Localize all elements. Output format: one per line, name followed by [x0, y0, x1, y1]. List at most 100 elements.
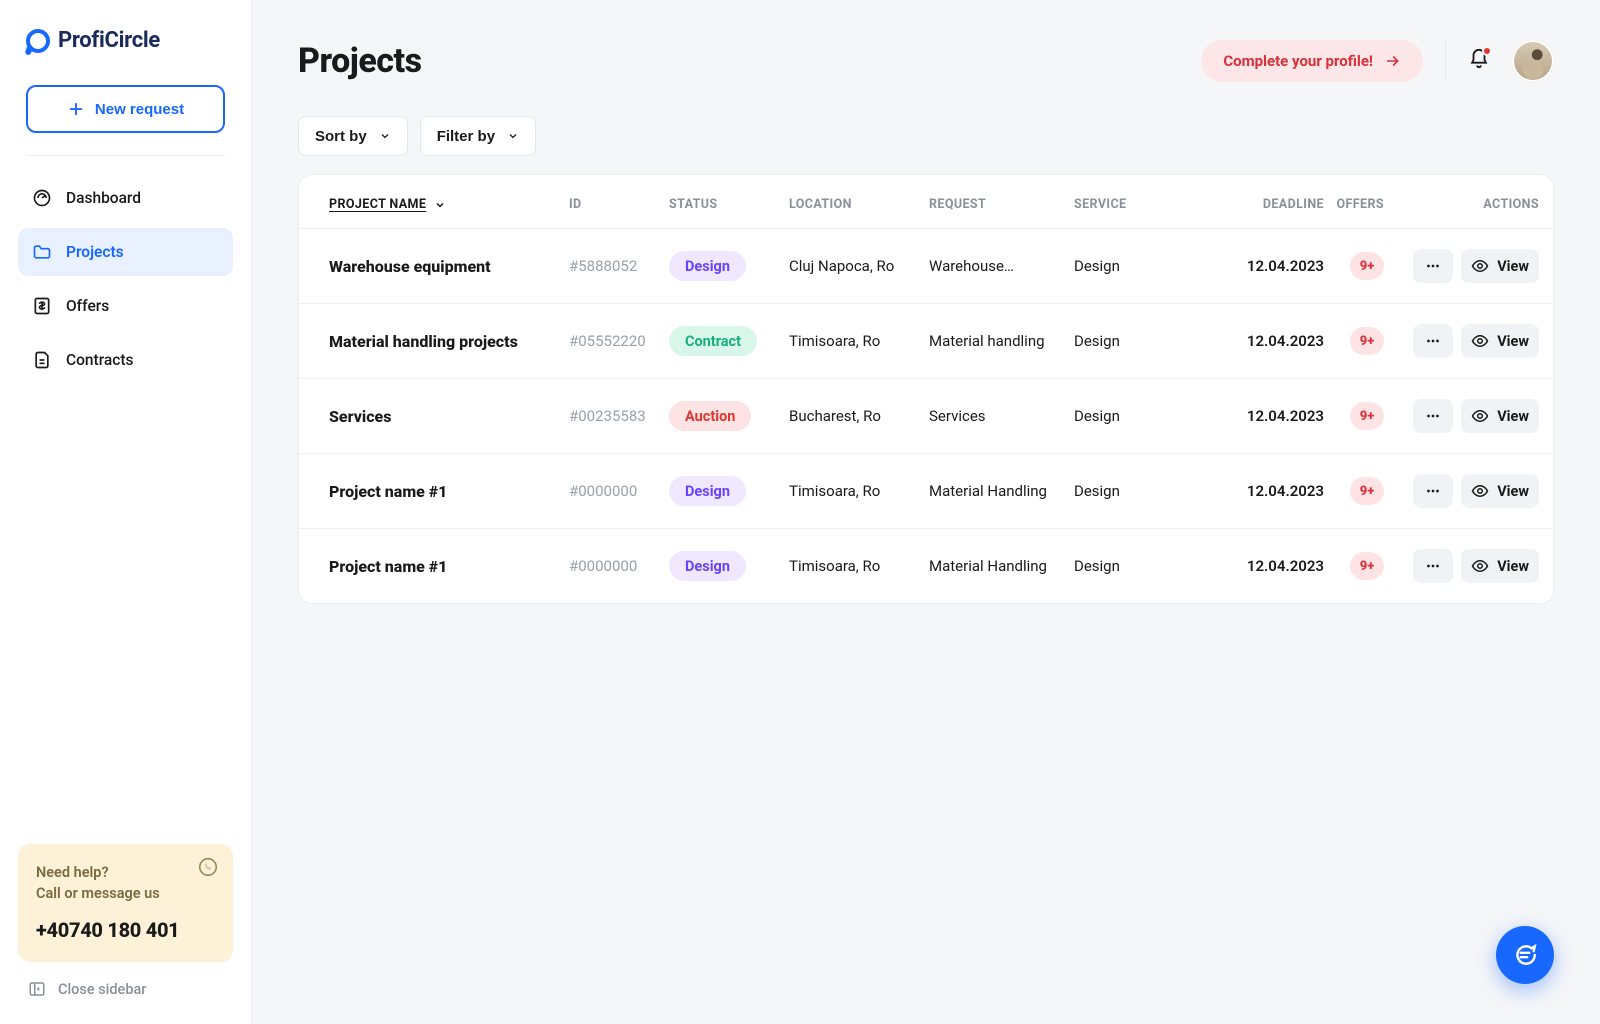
- cell-offers: 9+: [1324, 552, 1384, 580]
- eye-icon: [1471, 557, 1489, 575]
- dots-icon: [1424, 557, 1442, 575]
- cell-offers: 9+: [1324, 252, 1384, 280]
- whatsapp-icon: [197, 856, 219, 882]
- notifications-button[interactable]: [1468, 48, 1490, 74]
- offers-badge: 9+: [1350, 402, 1384, 430]
- cell-offers: 9+: [1324, 402, 1384, 430]
- table-row[interactable]: Material handling projects#05552220Contr…: [299, 303, 1553, 378]
- cell-request: Warehouse…: [929, 257, 1074, 275]
- help-phone[interactable]: +40740 180 401: [36, 918, 215, 942]
- cell-name: Project name #1: [329, 557, 569, 576]
- cell-location: Timisoara, Ro: [789, 332, 929, 350]
- row-menu-button[interactable]: [1413, 474, 1453, 508]
- cell-service: Design: [1074, 332, 1214, 350]
- cell-offers: 9+: [1324, 327, 1384, 355]
- col-request: REQUEST: [929, 197, 1074, 212]
- status-badge: Design: [669, 551, 746, 581]
- cell-actions: View: [1384, 249, 1539, 283]
- view-label: View: [1497, 558, 1529, 575]
- col-location: LOCATION: [789, 197, 929, 212]
- dots-icon: [1424, 407, 1442, 425]
- arrow-right-icon: [1385, 53, 1401, 69]
- cell-name: Warehouse equipment: [329, 257, 569, 276]
- table-row[interactable]: Project name #1#0000000DesignTimisoara, …: [299, 528, 1553, 603]
- dots-icon: [1424, 482, 1442, 500]
- cell-service: Design: [1074, 557, 1214, 575]
- cell-location: Timisoara, Ro: [789, 482, 929, 500]
- eye-icon: [1471, 482, 1489, 500]
- cell-deadline: 12.04.2023: [1214, 257, 1324, 275]
- view-button[interactable]: View: [1461, 399, 1539, 433]
- complete-profile-label: Complete your profile!: [1223, 52, 1373, 70]
- table-row[interactable]: Warehouse equipment#5888052DesignCluj Na…: [299, 228, 1553, 303]
- main: Projects Complete your profile! Sort by: [252, 0, 1600, 1024]
- help-title: Need help? Call or message us: [36, 862, 215, 904]
- cell-actions: View: [1384, 399, 1539, 433]
- view-label: View: [1497, 483, 1529, 500]
- chevron-down-icon: [507, 130, 519, 142]
- status-badge: Design: [669, 476, 746, 506]
- cell-name: Material handling projects: [329, 332, 569, 351]
- status-badge: Auction: [669, 401, 751, 431]
- divider: [26, 155, 225, 156]
- row-menu-button[interactable]: [1413, 249, 1453, 283]
- sort-by-button[interactable]: Sort by: [298, 116, 408, 156]
- filter-by-label: Filter by: [437, 128, 495, 145]
- close-sidebar-button[interactable]: Close sidebar: [14, 962, 237, 1004]
- cell-location: Cluj Napoca, Ro: [789, 257, 929, 275]
- view-button[interactable]: View: [1461, 324, 1539, 358]
- cell-location: Bucharest, Ro: [789, 407, 929, 425]
- cell-deadline: 12.04.2023: [1214, 407, 1324, 425]
- view-button[interactable]: View: [1461, 249, 1539, 283]
- cell-id: #05552220: [569, 332, 669, 350]
- sidebar-nav: Dashboard Projects Offers Contracts: [14, 174, 237, 384]
- cell-service: Design: [1074, 257, 1214, 275]
- chat-fab-button[interactable]: [1496, 926, 1554, 984]
- cell-id: #0000000: [569, 557, 669, 575]
- divider: [1445, 42, 1446, 80]
- view-label: View: [1497, 408, 1529, 425]
- sort-by-label: Sort by: [315, 128, 367, 145]
- cell-request: Material Handling: [929, 482, 1074, 500]
- dots-icon: [1424, 332, 1442, 350]
- offers-badge: 9+: [1350, 327, 1384, 355]
- cell-status: Auction: [669, 401, 789, 431]
- sidebar-item-dashboard[interactable]: Dashboard: [18, 174, 233, 222]
- avatar[interactable]: [1512, 40, 1554, 82]
- plus-icon: [67, 100, 85, 118]
- cell-name: Services: [329, 407, 569, 426]
- topbar: Projects Complete your profile!: [298, 40, 1554, 82]
- cell-actions: View: [1384, 549, 1539, 583]
- eye-icon: [1471, 257, 1489, 275]
- filter-by-button[interactable]: Filter by: [420, 116, 536, 156]
- view-button[interactable]: View: [1461, 549, 1539, 583]
- row-menu-button[interactable]: [1413, 549, 1453, 583]
- sidebar-item-label: Dashboard: [66, 189, 141, 207]
- status-badge: Design: [669, 251, 746, 281]
- notification-dot-icon: [1482, 46, 1492, 56]
- table-row[interactable]: Project name #1#0000000DesignTimisoara, …: [299, 453, 1553, 528]
- col-service: SERVICE: [1074, 197, 1214, 212]
- chevron-down-icon: [434, 199, 446, 211]
- offers-badge: 9+: [1350, 477, 1384, 505]
- sidebar-item-contracts[interactable]: Contracts: [18, 336, 233, 384]
- logo[interactable]: ProfiCircle: [14, 28, 237, 53]
- view-button[interactable]: View: [1461, 474, 1539, 508]
- cell-service: Design: [1074, 407, 1214, 425]
- projects-table: PROJECT NAME ID STATUS LOCATION REQUEST …: [298, 174, 1554, 604]
- table-header: PROJECT NAME ID STATUS LOCATION REQUEST …: [299, 175, 1553, 228]
- new-request-button[interactable]: New request: [26, 85, 225, 133]
- eye-icon: [1471, 407, 1489, 425]
- row-menu-button[interactable]: [1413, 324, 1453, 358]
- col-project-name[interactable]: PROJECT NAME: [329, 197, 569, 212]
- sidebar-item-projects[interactable]: Projects: [18, 228, 233, 276]
- table-row[interactable]: Services#00235583AuctionBucharest, RoSer…: [299, 378, 1553, 453]
- dots-icon: [1424, 257, 1442, 275]
- cell-service: Design: [1074, 482, 1214, 500]
- cell-id: #5888052: [569, 257, 669, 275]
- cell-actions: View: [1384, 474, 1539, 508]
- chat-icon: [1512, 942, 1538, 968]
- row-menu-button[interactable]: [1413, 399, 1453, 433]
- complete-profile-button[interactable]: Complete your profile!: [1201, 40, 1423, 82]
- sidebar-item-offers[interactable]: Offers: [18, 282, 233, 330]
